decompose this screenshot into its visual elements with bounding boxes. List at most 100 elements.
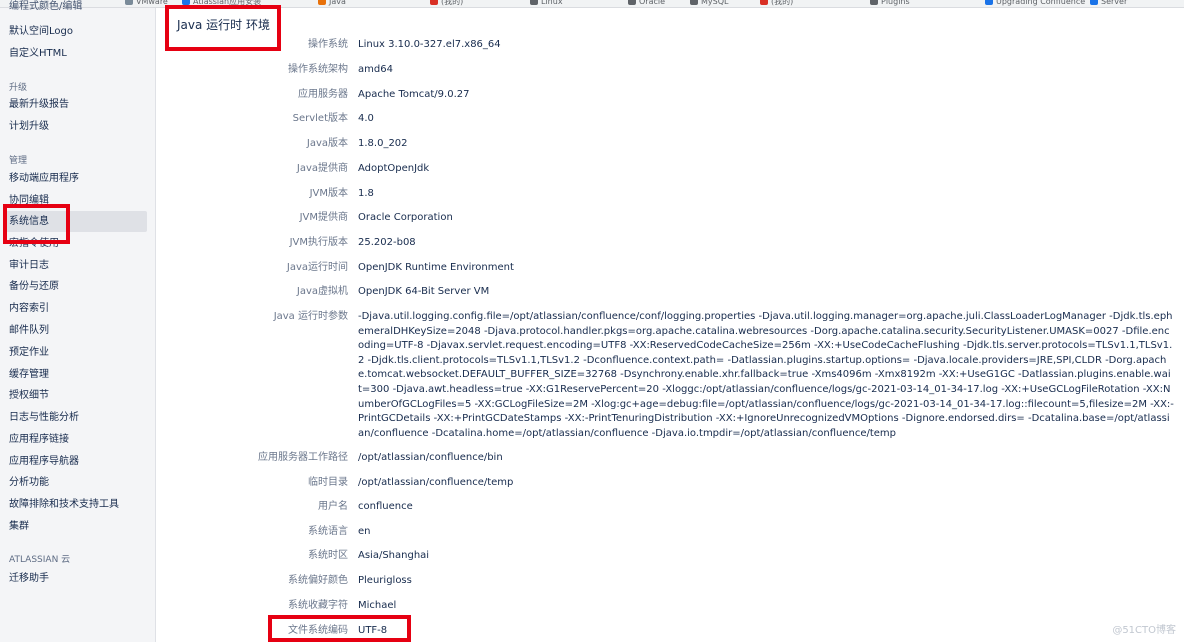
bookmark-item[interactable]: Java — [318, 0, 346, 6]
info-row-value: Apache Tomcat/9.0.27 — [358, 89, 470, 100]
sidebar-section-heading: 升级 — [9, 83, 28, 93]
info-row-label: JVM提供商 — [299, 212, 348, 223]
bookmark-label: Atlassian应用安装 — [193, 0, 262, 6]
bookmark-item[interactable]: Linux — [530, 0, 563, 6]
sidebar-item[interactable]: 默认空间Logo — [9, 25, 73, 39]
info-row-label: 操作系统 — [308, 39, 348, 50]
bookmark-item[interactable]: Atlassian应用安装 — [182, 0, 261, 6]
sidebar-item[interactable]: 移动端应用程序 — [9, 172, 79, 186]
info-row-value: amd64 — [358, 64, 393, 75]
info-row-label: Java虚拟机 — [296, 286, 348, 297]
bookmark-favicon-icon — [125, 0, 133, 5]
info-row-label: 系统收藏字符 — [288, 600, 348, 611]
sidebar-section-heading: ATLASSIAN 云 — [9, 555, 71, 565]
info-row-label: 系统偏好颜色 — [288, 575, 348, 586]
info-row-label: 临时目录 — [308, 477, 348, 488]
info-row-label: JVM版本 — [309, 188, 348, 199]
bookmark-item[interactable]: Plugins — [870, 0, 910, 6]
info-row-value: /opt/atlassian/confluence/bin — [358, 452, 503, 463]
bookmark-favicon-icon — [760, 0, 768, 5]
info-row-value: confluence — [358, 501, 413, 512]
info-row-value: Linux 3.10.0-327.el7.x86_64 — [358, 39, 501, 50]
sidebar-item[interactable]: 故障排除和技术支持工具 — [9, 498, 119, 512]
bookmark-label: Server — [1101, 0, 1128, 6]
info-row-value: Michael — [358, 600, 397, 611]
sidebar-item[interactable]: 审计日志 — [9, 259, 49, 273]
sidebar-item-partial[interactable]: 编程式颜色/编辑 — [9, 0, 82, 14]
sidebar-item[interactable]: 协同编辑 — [9, 194, 49, 208]
bookmark-favicon-icon — [870, 0, 878, 5]
info-row-label: 应用服务器 — [298, 89, 348, 100]
bookmark-favicon-icon — [430, 0, 438, 5]
sidebar-item[interactable]: 日志与性能分析 — [9, 411, 79, 425]
sidebar-item[interactable]: 系统信息 — [3, 211, 147, 232]
info-row-value: Pleurigloss — [358, 575, 412, 586]
sidebar-item[interactable]: 最新升级报告 — [9, 98, 69, 112]
info-row-value: en — [358, 526, 371, 537]
bookmark-label: Plugins — [881, 0, 910, 6]
bookmark-favicon-icon — [628, 0, 636, 5]
sidebar-item[interactable]: 宏指令使用 — [9, 237, 59, 251]
bookmark-label: (我的) — [441, 0, 464, 6]
info-row-label: Java运行时间 — [286, 262, 348, 273]
info-row-label: JVM执行版本 — [289, 237, 348, 248]
bookmark-label: Linux — [541, 0, 563, 6]
bookmark-item[interactable]: VMware — [125, 0, 168, 6]
info-row-value: OpenJDK Runtime Environment — [358, 262, 514, 273]
sidebar-item[interactable]: 计划升级 — [9, 120, 49, 134]
sidebar-item[interactable]: 分析功能 — [9, 476, 49, 490]
info-row-value: AdoptOpenJdk — [358, 163, 430, 174]
section-title: Java 运行时 环境 — [177, 18, 270, 32]
sidebar-item[interactable]: 邮件队列 — [9, 324, 49, 338]
info-row-value: Asia/Shanghai — [358, 550, 430, 561]
bookmark-label: VMware — [136, 0, 168, 6]
info-row-label: 系统时区 — [308, 550, 348, 561]
info-row-label: 操作系统架构 — [288, 64, 348, 75]
bookmark-favicon-icon — [318, 0, 326, 5]
sidebar-item[interactable]: 缓存管理 — [9, 368, 49, 382]
info-row-value: 4.0 — [358, 113, 374, 124]
bookmark-favicon-icon — [1090, 0, 1098, 5]
bookmark-item[interactable]: Server — [1090, 0, 1127, 6]
bookmark-favicon-icon — [530, 0, 538, 5]
sidebar-item[interactable]: 备份与还原 — [9, 280, 59, 294]
sidebar-section-heading: 管理 — [9, 156, 28, 166]
info-row-label: 应用服务器工作路径 — [258, 452, 348, 463]
info-row-value: /opt/atlassian/confluence/temp — [358, 477, 514, 488]
info-row-value: 1.8 — [358, 188, 374, 199]
bookmark-label: Java — [329, 0, 346, 6]
bookmark-item[interactable]: (我的) — [760, 0, 793, 6]
info-row-label: 系统语言 — [308, 526, 348, 537]
bookmark-label: Oracle — [639, 0, 666, 6]
bookmark-label: Upgrading Confluence — [996, 0, 1086, 6]
watermark: @51CTO博客 — [1112, 625, 1176, 636]
info-row-label: Java提供商 — [296, 163, 348, 174]
sidebar-item[interactable]: 授权细节 — [9, 389, 49, 403]
info-row-label: Java版本 — [306, 138, 348, 149]
admin-sidebar: 编程式颜色/编辑 默认空间Logo 自定义HTML 升级最新升级报告 计划升级管理移动… — [0, 1, 156, 642]
info-row-label: Java 运行时参数 — [273, 311, 348, 322]
info-row-value: OpenJDK 64-Bit Server VM — [358, 286, 490, 297]
bookmark-item[interactable]: MySQL — [690, 0, 728, 6]
bookmark-favicon-icon — [690, 0, 698, 5]
bookmark-item[interactable]: Upgrading Confluence — [985, 0, 1085, 6]
bookmarks-bar: VMware Atlassian应用安装 Java (我的) Linux Oracle My… — [0, 0, 1184, 8]
bookmark-favicon-icon — [985, 0, 993, 5]
info-row-value: UTF-8 — [358, 625, 388, 636]
bookmark-label: MySQL — [701, 0, 729, 6]
bookmark-favicon-icon — [182, 0, 190, 5]
sidebar-item[interactable]: 应用程序导航器 — [9, 455, 79, 469]
info-row-label: 用户名 — [318, 501, 348, 512]
sidebar-item[interactable]: 应用程序链接 — [9, 433, 69, 447]
sidebar-item[interactable]: 自定义HTML — [9, 47, 67, 61]
bookmark-item[interactable]: (我的) — [430, 0, 463, 6]
sidebar-item[interactable]: 集群 — [9, 520, 29, 534]
sidebar-item[interactable]: 内容索引 — [9, 302, 49, 316]
sidebar-item[interactable]: 预定作业 — [9, 346, 49, 360]
sidebar-item[interactable]: 迁移助手 — [9, 572, 49, 586]
bookmark-label: (我的) — [771, 0, 794, 6]
java-runtime-args-value: -Djava.util.logging.config.file=/opt/atl… — [358, 311, 1174, 439]
info-row-value: 1.8.0_202 — [358, 138, 408, 149]
info-row-value: Oracle Corporation — [358, 212, 453, 223]
bookmark-item[interactable]: Oracle — [628, 0, 665, 6]
